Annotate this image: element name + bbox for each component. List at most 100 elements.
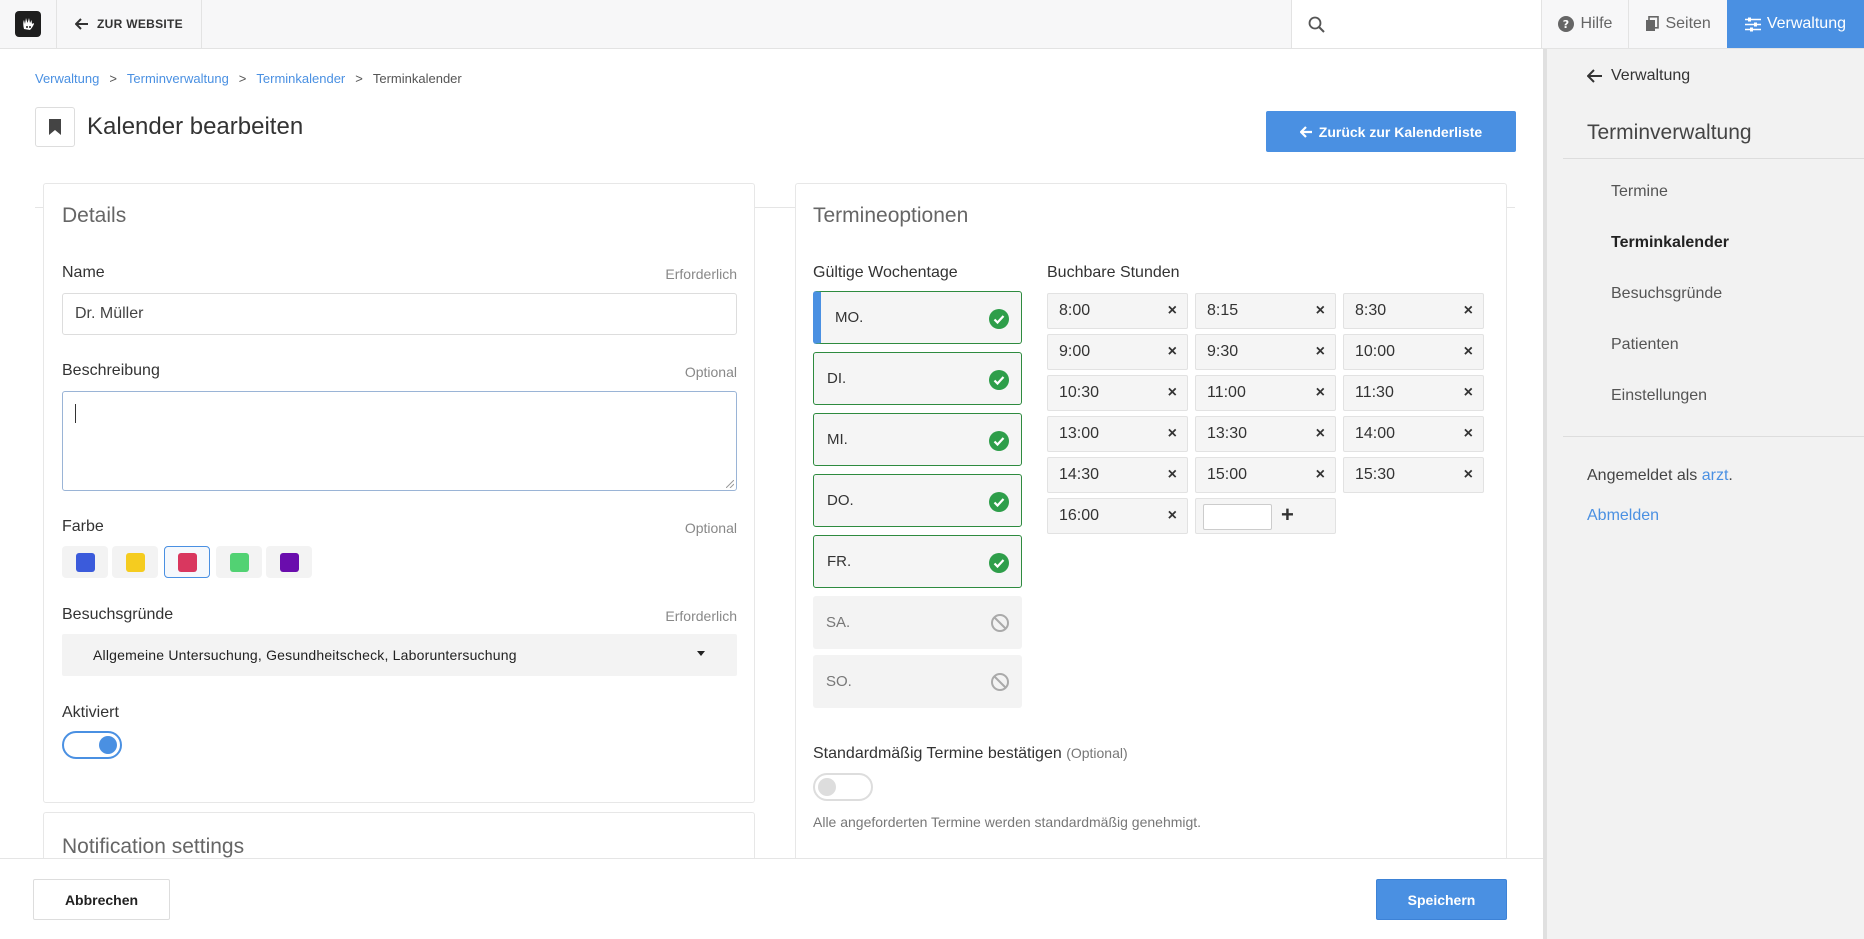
remove-slot-icon[interactable]: × [1464, 425, 1473, 443]
remove-slot-icon[interactable]: × [1464, 384, 1473, 402]
time-slot: 13:30 × [1195, 416, 1336, 452]
time-slot: 11:30 × [1343, 375, 1484, 411]
description-label: Beschreibung [62, 362, 160, 379]
remove-slot-icon[interactable]: × [1464, 466, 1473, 484]
appointment-options-title: Termineoptionen [813, 204, 969, 227]
bookable-hours-label: Buchbare Stunden [1047, 264, 1180, 281]
visit-reasons-label: Besuchsgründe [62, 606, 174, 623]
weekday-label: SA. [826, 614, 851, 631]
weekday-label: SO. [826, 673, 852, 690]
check-circle-icon [989, 309, 1009, 329]
sidebar-item-terminkalender[interactable]: Terminkalender [1611, 234, 1729, 252]
name-required-hint: Erforderlich [665, 266, 737, 282]
remove-slot-icon[interactable]: × [1168, 384, 1177, 402]
add-time-slot: + [1195, 498, 1336, 534]
remove-slot-icon[interactable]: × [1316, 302, 1325, 320]
logo-button[interactable] [0, 0, 57, 48]
weekday-mo[interactable]: MO. [813, 291, 1022, 344]
time-slot-label: 11:30 [1355, 384, 1394, 401]
remove-slot-icon[interactable]: × [1168, 343, 1177, 361]
sidebar-item-patienten[interactable]: Patienten [1611, 336, 1679, 354]
weekdays-label: Gültige Wochentage [813, 264, 958, 281]
back-button-label: Zurück zur Kalenderliste [1318, 123, 1483, 140]
search-field[interactable] [1291, 0, 1542, 48]
remove-slot-icon[interactable]: × [1316, 384, 1325, 402]
remove-slot-icon[interactable]: × [1316, 425, 1325, 443]
bookmark-button[interactable] [35, 107, 75, 147]
color-swatch-4[interactable] [216, 546, 262, 578]
remove-slot-icon[interactable]: × [1168, 466, 1177, 484]
arrow-left-icon [1587, 69, 1602, 83]
user-link[interactable]: arzt [1702, 467, 1729, 484]
time-slot-label: 14:30 [1059, 466, 1100, 483]
weekday-fr[interactable]: FR. [813, 535, 1022, 588]
remove-slot-icon[interactable]: × [1168, 507, 1177, 525]
back-to-calendar-list-button[interactable]: Zurück zur Kalenderliste [1266, 111, 1516, 152]
sidebar-item-einstellungen[interactable]: Einstellungen [1611, 387, 1707, 405]
to-website-link[interactable]: ZUR WEBSITE [57, 0, 202, 48]
description-textarea[interactable] [62, 391, 737, 491]
help-button[interactable]: ? Hilfe [1541, 0, 1628, 48]
weekday-di[interactable]: DI. [813, 352, 1022, 405]
confirm-default-toggle[interactable] [813, 773, 873, 801]
name-input[interactable]: Dr. Müller [62, 293, 737, 335]
appointment-options-panel: Termineoptionen Gültige Wochentage Buchb… [795, 183, 1507, 939]
sidebar-item-termine[interactable]: Termine [1611, 183, 1668, 201]
name-label: Name [62, 264, 105, 281]
remove-slot-icon[interactable]: × [1168, 302, 1177, 320]
time-slot: 15:30 × [1343, 457, 1484, 493]
save-button[interactable]: Speichern [1376, 879, 1507, 920]
weekday-label: DO. [827, 492, 854, 509]
new-time-slot-input[interactable] [1203, 504, 1272, 530]
active-label: Aktiviert [62, 704, 119, 721]
time-slot-label: 15:00 [1207, 466, 1248, 483]
time-slot: 16:00 × [1047, 498, 1188, 534]
active-toggle[interactable] [62, 731, 122, 759]
weekday-do[interactable]: DO. [813, 474, 1022, 527]
resize-handle-icon[interactable] [726, 480, 734, 488]
sidebar-back-link[interactable]: Verwaltung [1587, 67, 1690, 85]
time-slot-label: 8:00 [1059, 302, 1091, 319]
weekday-sa[interactable]: SA. [813, 596, 1022, 649]
time-slot: 9:30 × [1195, 334, 1336, 370]
color-swatch-5[interactable] [266, 546, 312, 578]
color-swatch-1[interactable] [62, 546, 108, 578]
remove-slot-icon[interactable]: × [1464, 302, 1473, 320]
admin-label: Verwaltung [1766, 15, 1846, 32]
sliders-icon [1744, 17, 1761, 31]
remove-slot-icon[interactable]: × [1464, 343, 1473, 361]
breadcrumb-link-terminkalender[interactable]: Terminkalender [256, 71, 345, 86]
check-circle-icon [989, 431, 1009, 451]
main-content: Verwaltung > Terminverwaltung > Terminka… [0, 49, 1543, 939]
cancel-button[interactable]: Abbrechen [33, 879, 170, 920]
color-label: Farbe [62, 518, 104, 535]
sidebar-item-besuchsgruende[interactable]: Besuchsgründe [1611, 285, 1722, 303]
time-slot-label: 10:00 [1355, 343, 1396, 360]
search-icon [1309, 16, 1326, 33]
plus-icon[interactable]: + [1281, 502, 1294, 528]
time-slot-label: 9:30 [1207, 343, 1239, 360]
weekday-label: MI. [827, 431, 848, 448]
arrow-left-icon [1299, 125, 1312, 138]
weekday-so[interactable]: SO. [813, 655, 1022, 708]
breadcrumb-link-verwaltung[interactable]: Verwaltung [35, 71, 99, 86]
time-slot-label: 15:30 [1355, 466, 1396, 483]
breadcrumb-link-terminverwaltung[interactable]: Terminverwaltung [127, 71, 229, 86]
visit-reasons-select[interactable]: Allgemeine Untersuchung, Gesundheitschec… [62, 634, 737, 676]
color-swatch-3[interactable] [164, 546, 210, 578]
help-label: Hilfe [1580, 15, 1613, 32]
admin-button[interactable]: Verwaltung [1726, 0, 1864, 48]
logout-link[interactable]: Abmelden [1587, 507, 1659, 525]
time-slot: 13:00 × [1047, 416, 1188, 452]
weekday-mi[interactable]: MI. [813, 413, 1022, 466]
confirm-default-description: Alle angeforderten Termine werden standa… [813, 814, 1202, 830]
visit-reasons-value: Allgemeine Untersuchung, Gesundheitschec… [93, 647, 517, 663]
svg-text:?: ? [1563, 18, 1569, 31]
pages-label: Seiten [1665, 15, 1711, 32]
remove-slot-icon[interactable]: × [1316, 466, 1325, 484]
remove-slot-icon[interactable]: × [1316, 343, 1325, 361]
time-slot-label: 8:15 [1207, 302, 1239, 319]
remove-slot-icon[interactable]: × [1168, 425, 1177, 443]
pages-button[interactable]: Seiten [1628, 0, 1726, 48]
color-swatch-2[interactable] [112, 546, 158, 578]
